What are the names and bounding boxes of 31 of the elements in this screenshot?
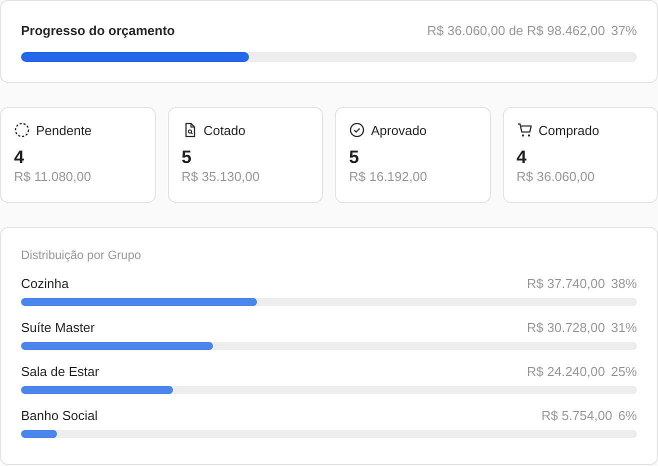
group-percent: 31%: [610, 320, 637, 335]
status-count: 4: [516, 147, 528, 168]
cart-icon: [516, 122, 532, 138]
status-amount: R$ 36.060,00: [516, 169, 596, 184]
status-count: 5: [349, 147, 360, 168]
status-label: Aprovado: [371, 122, 427, 138]
status-count: 4: [14, 147, 26, 168]
status-amount: R$ 16.192,00: [349, 169, 428, 184]
status-amount: R$ 11.080,00: [14, 169, 92, 184]
group-amount: R$ 5.754,00: [541, 408, 612, 423]
group-amount: R$ 30.728,00: [526, 320, 605, 335]
budget-percent: 37%: [610, 23, 637, 38]
status-label: Cotado: [204, 122, 246, 138]
status-amount: R$ 35.130,00: [182, 169, 261, 184]
check-circle-icon: [349, 122, 365, 138]
status-label: Comprado: [538, 122, 600, 138]
budget-amount: R$ 36.060,00 de R$ 98.462,00: [427, 23, 605, 38]
status-count: 5: [182, 147, 193, 168]
group-percent: 38%: [610, 276, 637, 291]
dashed-circle-icon: [14, 122, 30, 138]
group-percent: 25%: [610, 364, 637, 379]
group-name: Cozinha: [21, 276, 69, 291]
card-title: Progresso do orçamento: [21, 23, 175, 38]
group-percent: 6%: [618, 408, 637, 423]
section-title: Distribuição por Grupo: [21, 248, 142, 262]
group-name: Banho Social: [21, 408, 98, 423]
group-name: Suíte Master: [21, 320, 95, 335]
group-name: Sala de Estar: [21, 364, 100, 379]
group-amount: R$ 37.740,00: [526, 276, 605, 291]
group-amount: R$ 24.240,00: [526, 364, 605, 379]
status-label: Pendente: [36, 122, 92, 138]
